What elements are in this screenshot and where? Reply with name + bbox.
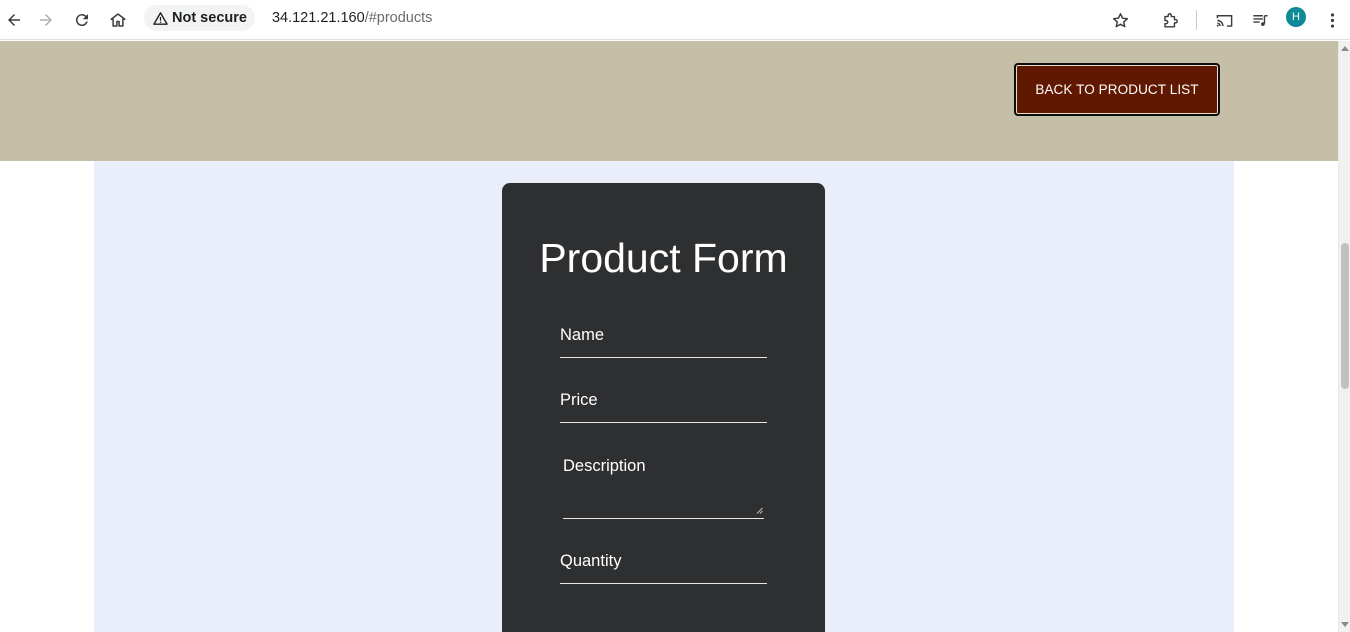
price-input[interactable]: Price: [560, 391, 767, 423]
address-bar[interactable]: Not secure 34.121.21.160/#products: [144, 4, 1144, 32]
resize-grip-icon[interactable]: [756, 507, 763, 514]
quantity-placeholder: Quantity: [560, 552, 622, 570]
security-indicator[interactable]: Not secure: [144, 5, 255, 31]
page-header: BACK TO PRODUCT LIST: [0, 41, 1338, 161]
extensions-icon[interactable]: [1156, 6, 1184, 34]
form-title: Product Form: [539, 235, 788, 281]
product-form: Product Form Name Price Description Quan…: [502, 183, 825, 632]
cast-icon[interactable]: [1210, 6, 1238, 34]
scroll-thumb[interactable]: [1341, 243, 1349, 389]
profile-avatar[interactable]: H: [1286, 7, 1306, 27]
url-path: /#products: [364, 10, 433, 26]
back-to-product-list-button[interactable]: BACK TO PRODUCT LIST: [1014, 63, 1220, 116]
bookmark-star-icon[interactable]: [1106, 6, 1134, 34]
toolbar-divider: [1196, 10, 1197, 30]
name-input[interactable]: Name: [560, 326, 767, 358]
scroll-up-arrow-icon[interactable]: [1341, 46, 1349, 51]
price-placeholder: Price: [560, 391, 598, 409]
warning-icon: [153, 11, 168, 25]
scroll-down-arrow-icon[interactable]: [1341, 622, 1349, 627]
reload-icon[interactable]: [68, 6, 96, 34]
media-controls-icon[interactable]: [1246, 6, 1274, 34]
browser-toolbar: Not secure 34.121.21.160/#products H: [0, 0, 1350, 40]
back-icon[interactable]: [0, 6, 28, 34]
page-scrollbar[interactable]: [1338, 41, 1350, 632]
url-text: 34.121.21.160/#products: [272, 10, 432, 26]
forward-icon[interactable]: [32, 6, 60, 34]
page-viewport: BACK TO PRODUCT LIST Product Form Name P…: [0, 41, 1338, 632]
name-placeholder: Name: [560, 326, 605, 344]
more-menu-icon[interactable]: [1318, 6, 1346, 34]
description-textarea[interactable]: Description: [563, 457, 764, 519]
security-label: Not secure: [172, 10, 247, 26]
home-icon[interactable]: [104, 6, 132, 34]
quantity-input[interactable]: Quantity: [560, 552, 767, 584]
url-host: 34.121.21.160: [271, 10, 365, 26]
description-placeholder: Description: [563, 457, 646, 475]
